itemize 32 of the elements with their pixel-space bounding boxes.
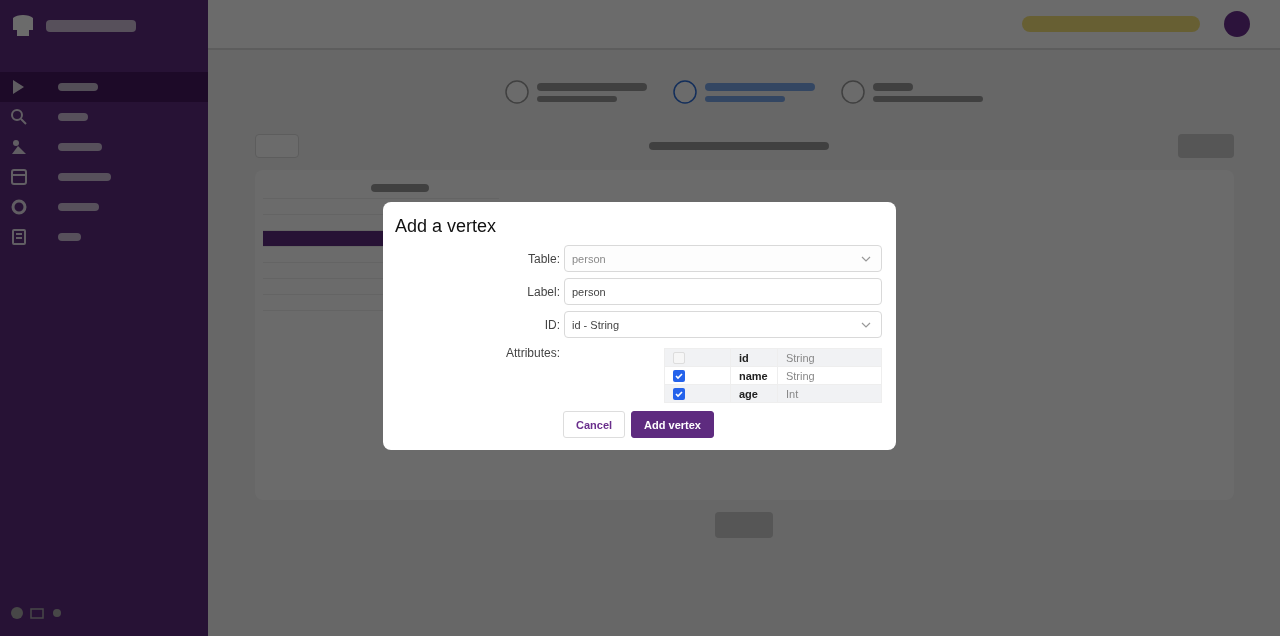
attribute-name: name xyxy=(730,366,778,385)
checkbox[interactable] xyxy=(673,387,685,400)
search-icon xyxy=(10,108,28,126)
sidebar-item[interactable] xyxy=(0,72,208,102)
blurred-text xyxy=(58,113,88,121)
blurred-text xyxy=(58,233,81,241)
field-label: Attributes: xyxy=(504,345,560,360)
field-label: Table: xyxy=(526,251,560,266)
document-icon xyxy=(10,228,28,246)
attribute-type: String xyxy=(777,366,882,385)
dashboard-icon xyxy=(10,168,28,186)
user-icon xyxy=(10,138,28,156)
select-field[interactable]: id - String xyxy=(564,311,882,338)
attribute-type: Int xyxy=(777,384,882,403)
attribute-name: id xyxy=(730,348,778,367)
attribute-name: age xyxy=(730,384,778,403)
cancel-button[interactable]: Cancel xyxy=(563,411,626,438)
avatar[interactable] xyxy=(1224,11,1250,37)
dialog-title: Add a vertex xyxy=(395,216,498,237)
checkbox[interactable] xyxy=(673,369,685,382)
field-label: ID: xyxy=(543,317,560,332)
field-label: Label: xyxy=(526,284,560,299)
blurred-text xyxy=(873,82,913,91)
add-vertex-button[interactable]: Add vertex xyxy=(631,411,714,438)
attribute-type: String xyxy=(777,348,882,367)
blurred-text xyxy=(58,173,111,181)
blurred-text xyxy=(58,143,102,151)
dot-icon[interactable] xyxy=(50,606,64,620)
blurred-text xyxy=(58,83,98,91)
checkbox[interactable] xyxy=(673,351,685,364)
input-field[interactable]: person xyxy=(564,278,882,305)
blurred-text xyxy=(58,203,99,211)
